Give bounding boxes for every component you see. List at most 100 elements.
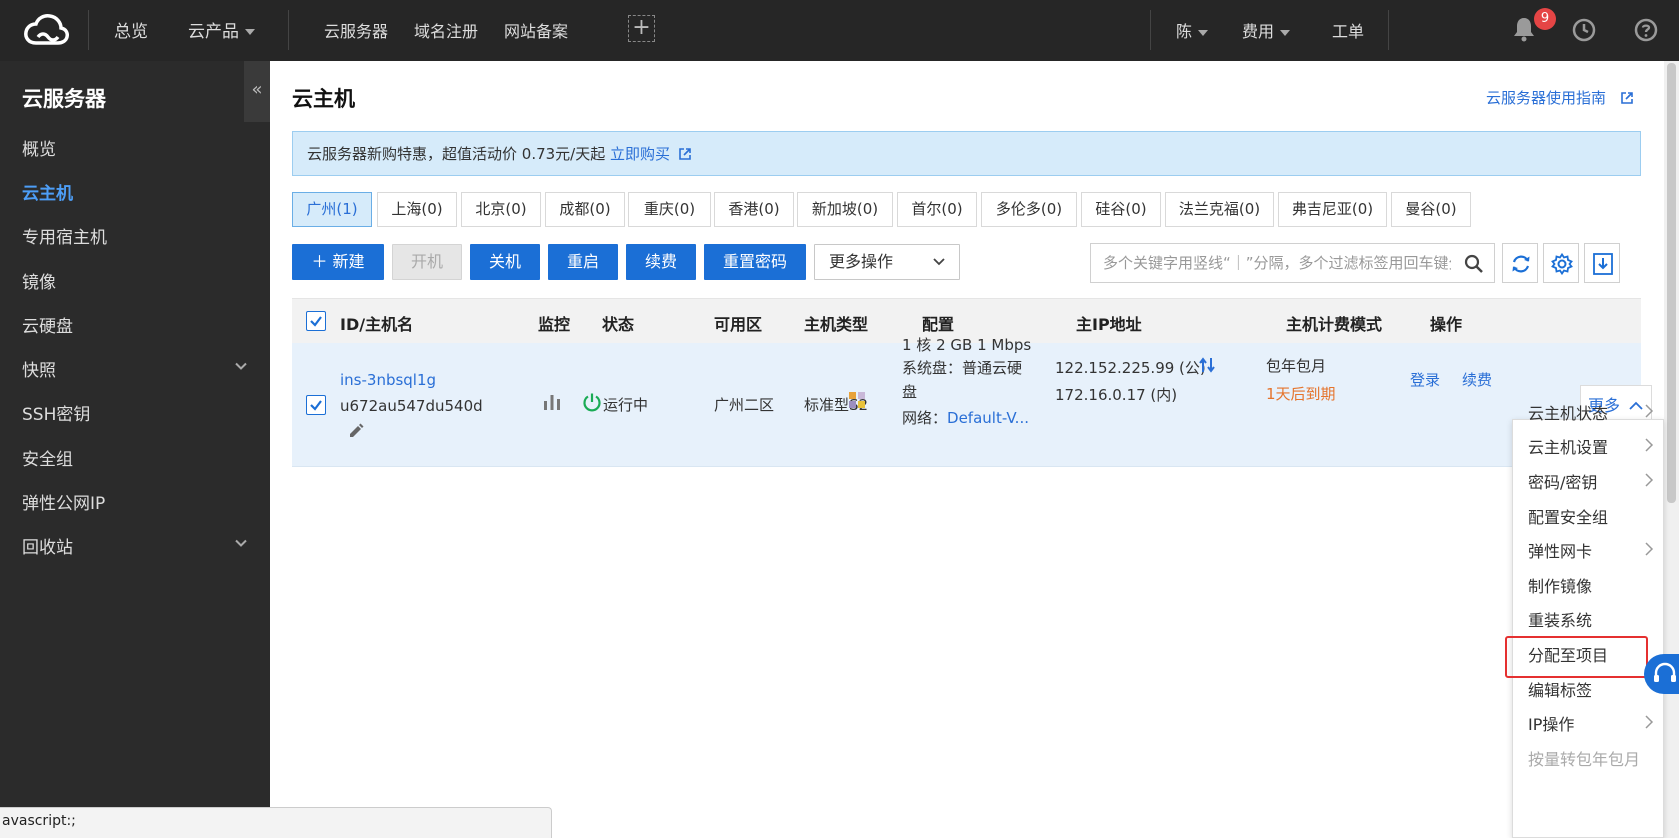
private-ip: 172.16.0.17 (内) bbox=[1055, 386, 1178, 404]
column-header-actions: 操作 bbox=[1430, 315, 1463, 334]
scrollbar-thumb[interactable] bbox=[1667, 63, 1676, 503]
tab-region-singapore[interactable]: 新加坡(0) bbox=[797, 192, 893, 227]
nav-products[interactable]: 云产品 bbox=[188, 17, 255, 42]
vertical-scrollbar[interactable] bbox=[1664, 61, 1679, 838]
gear-icon bbox=[1551, 253, 1573, 275]
divider bbox=[1388, 10, 1389, 50]
collapse-sidebar-button[interactable]: « bbox=[244, 61, 270, 122]
monitor-chart-icon[interactable] bbox=[542, 393, 562, 411]
sidebar-item-snapshots[interactable]: 快照 bbox=[22, 356, 247, 381]
nav-overview[interactable]: 总览 bbox=[114, 17, 148, 42]
menu-item-instance-status[interactable]: 云主机状态 bbox=[1528, 400, 1658, 424]
clock-icon[interactable] bbox=[1572, 18, 1596, 42]
menu-item-instance-settings[interactable]: 云主机设置 bbox=[1528, 434, 1658, 458]
sidebar-item-label: 快照 bbox=[22, 361, 56, 381]
sidebar-item-eip[interactable]: 弹性公网IP bbox=[22, 489, 247, 514]
ticket-link[interactable]: 工单 bbox=[1332, 18, 1364, 42]
menu-item-password-key[interactable]: 密码/密钥 bbox=[1528, 469, 1658, 493]
chevron-right-icon bbox=[1645, 404, 1654, 418]
network-link[interactable]: Default-V... bbox=[947, 409, 1029, 427]
column-header-billing[interactable]: 主机计费模式 bbox=[1286, 311, 1382, 335]
search-box bbox=[1090, 243, 1495, 283]
tab-region-guangzhou[interactable]: 广州(1) bbox=[292, 192, 372, 227]
tab-region-silicon-valley[interactable]: 硅谷(0) bbox=[1081, 192, 1161, 227]
menu-item-reinstall-system[interactable]: 重装系统 bbox=[1528, 607, 1658, 631]
column-header-status[interactable]: 状态 bbox=[602, 311, 634, 335]
sidebar-item-cvm[interactable]: 云主机 bbox=[22, 179, 247, 204]
tab-region-hongkong[interactable]: 香港(0) bbox=[714, 192, 794, 227]
sidebar-item-recycle-bin[interactable]: 回收站 bbox=[22, 533, 247, 558]
tab-region-shanghai[interactable]: 上海(0) bbox=[377, 192, 457, 227]
nav-link-cvm[interactable]: 云服务器 bbox=[324, 18, 388, 42]
help-icon[interactable] bbox=[1634, 18, 1658, 42]
tab-region-frankfurt[interactable]: 法兰克福(0) bbox=[1165, 192, 1274, 227]
reset-password-button[interactable]: 重置密码 bbox=[704, 244, 806, 280]
tab-region-virginia[interactable]: 弗吉尼亚(0) bbox=[1278, 192, 1387, 227]
download-button[interactable] bbox=[1584, 243, 1620, 283]
sidebar: 云服务器 « 概览 云主机 专用宿主机 镜像 云硬盘 快照 SSH密钥 安全组 … bbox=[0, 61, 270, 838]
tab-region-seoul[interactable]: 首尔(0) bbox=[897, 192, 977, 227]
stop-button[interactable]: 关机 bbox=[470, 244, 540, 280]
login-link[interactable]: 登录 bbox=[1410, 369, 1440, 390]
power-running-icon bbox=[583, 393, 601, 412]
edit-pencil-icon[interactable] bbox=[348, 423, 364, 439]
nav-link-icp[interactable]: 网站备案 bbox=[504, 18, 568, 42]
row-checkbox[interactable] bbox=[306, 395, 326, 415]
select-all-checkbox[interactable] bbox=[306, 311, 326, 331]
start-button[interactable]: 开机 bbox=[392, 244, 462, 280]
menu-item-eni[interactable]: 弹性网卡 bbox=[1528, 538, 1658, 562]
nav-link-domain[interactable]: 域名注册 bbox=[414, 18, 478, 42]
buy-now-link[interactable]: 立即购买 bbox=[610, 145, 670, 163]
sidebar-item-dedicated-host[interactable]: 专用宿主机 bbox=[22, 223, 247, 248]
menu-item-create-image[interactable]: 制作镜像 bbox=[1528, 573, 1658, 597]
column-header-type[interactable]: 主机类型 bbox=[804, 311, 868, 335]
renew-link[interactable]: 续费 bbox=[1462, 369, 1492, 390]
search-input[interactable] bbox=[1091, 244, 1451, 282]
tab-region-bangkok[interactable]: 曼谷(0) bbox=[1391, 192, 1471, 227]
sidebar-item-security-groups[interactable]: 安全组 bbox=[22, 445, 247, 470]
restart-button[interactable]: 重启 bbox=[548, 244, 618, 280]
menu-item-security-group[interactable]: 配置安全组 bbox=[1528, 504, 1658, 528]
settings-button[interactable] bbox=[1543, 243, 1579, 283]
menu-item-label: IP操作 bbox=[1528, 715, 1575, 734]
instance-name: u672au547du540d bbox=[340, 397, 483, 415]
menu-item-label: 密码/密钥 bbox=[1528, 473, 1598, 492]
refresh-button[interactable] bbox=[1502, 243, 1538, 283]
menu-item-edit-tags[interactable]: 编辑标签 bbox=[1528, 677, 1658, 701]
renew-button[interactable]: 续费 bbox=[626, 244, 696, 280]
bell-icon[interactable] bbox=[1512, 16, 1536, 42]
config-spec: 1 核 2 GB 1 Mbps bbox=[902, 336, 1032, 354]
top-nav-bar: 总览 云产品 云服务器 域名注册 网站备案 + 陈 费用 工单 9 bbox=[0, 0, 1679, 61]
billing-menu[interactable]: 费用 bbox=[1242, 18, 1291, 42]
search-icon[interactable] bbox=[1464, 254, 1484, 274]
tab-region-beijing[interactable]: 北京(0) bbox=[461, 192, 541, 227]
column-header-zone[interactable]: 可用区 bbox=[714, 311, 762, 335]
column-header-id[interactable]: ID/主机名 bbox=[340, 311, 413, 335]
sidebar-item-ssh-keys[interactable]: SSH密钥 bbox=[22, 400, 247, 425]
external-link-icon bbox=[678, 148, 691, 160]
support-floating-button[interactable] bbox=[1644, 654, 1679, 694]
chevron-right-icon bbox=[1645, 542, 1654, 556]
user-name: 陈 bbox=[1176, 22, 1193, 41]
tab-region-toronto[interactable]: 多伦多(0) bbox=[981, 192, 1077, 227]
usage-guide-link[interactable]: 云服务器使用指南 bbox=[1486, 87, 1633, 108]
more-actions-select[interactable]: 更多操作 bbox=[814, 244, 960, 280]
menu-item-convert-billing[interactable]: 按量转包年包月 bbox=[1528, 746, 1658, 770]
check-icon bbox=[310, 400, 322, 411]
sidebar-item-images[interactable]: 镜像 bbox=[22, 268, 247, 293]
windows-logo-icon bbox=[849, 392, 865, 408]
sidebar-item-disks[interactable]: 云硬盘 bbox=[22, 312, 247, 337]
menu-item-ip-operations[interactable]: IP操作 bbox=[1528, 711, 1658, 735]
tab-region-chongqing[interactable]: 重庆(0) bbox=[628, 192, 711, 227]
highlight-box bbox=[1505, 636, 1648, 678]
chevron-down-icon bbox=[933, 258, 945, 266]
download-icon bbox=[1593, 253, 1613, 275]
sidebar-item-overview[interactable]: 概览 bbox=[22, 135, 247, 160]
add-shortcut-button[interactable]: + bbox=[628, 15, 655, 42]
user-menu[interactable]: 陈 bbox=[1176, 18, 1209, 42]
new-instance-button[interactable]: ＋ 新建 bbox=[292, 244, 384, 280]
instance-id-link[interactable]: ins-3nbsql1g bbox=[340, 371, 436, 389]
swap-ip-icon[interactable] bbox=[1198, 356, 1218, 374]
cloud-logo-icon[interactable] bbox=[22, 11, 70, 49]
tab-region-chengdu[interactable]: 成都(0) bbox=[545, 192, 625, 227]
